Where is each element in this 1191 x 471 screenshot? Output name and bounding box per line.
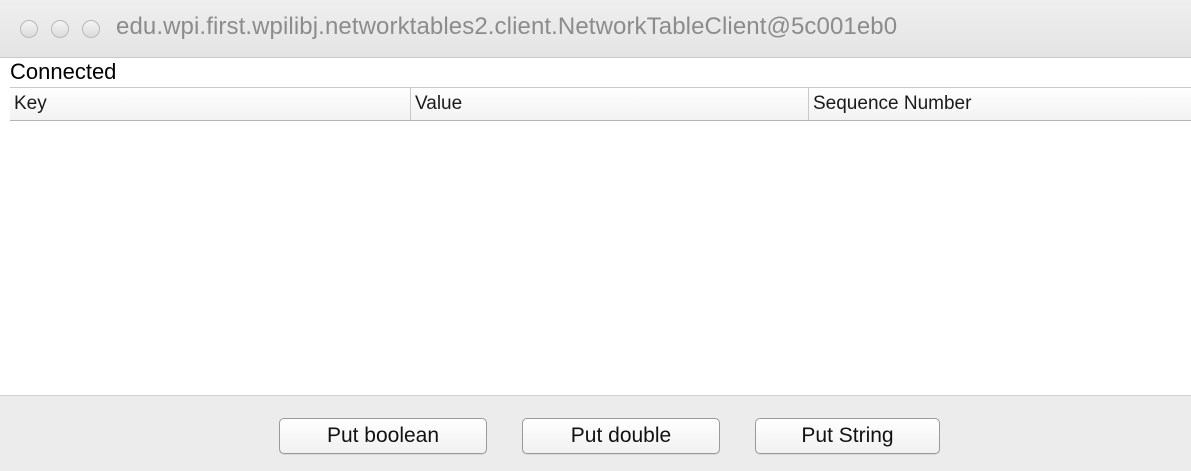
table-header: Key Value Sequence Number [10, 87, 1191, 121]
button-panel: Put boolean Put double Put String [0, 395, 1191, 471]
minimize-window-icon[interactable] [51, 20, 69, 38]
column-header-sequence-number[interactable]: Sequence Number [808, 88, 1191, 120]
column-header-value[interactable]: Value [410, 88, 808, 120]
table-body[interactable] [10, 121, 1191, 394]
network-table-client-window: edu.wpi.first.wpilibj.networktables2.cli… [0, 0, 1191, 471]
put-boolean-button[interactable]: Put boolean [279, 418, 487, 454]
window-title: edu.wpi.first.wpilibj.networktables2.cli… [116, 13, 898, 40]
connection-status-label: Connected [10, 59, 117, 84]
column-header-key[interactable]: Key [10, 88, 410, 120]
zoom-window-icon[interactable] [82, 20, 100, 38]
close-window-icon[interactable] [20, 20, 38, 38]
title-bar[interactable]: edu.wpi.first.wpilibj.networktables2.cli… [0, 0, 1191, 58]
put-string-button[interactable]: Put String [755, 418, 940, 454]
put-double-button[interactable]: Put double [522, 418, 720, 454]
